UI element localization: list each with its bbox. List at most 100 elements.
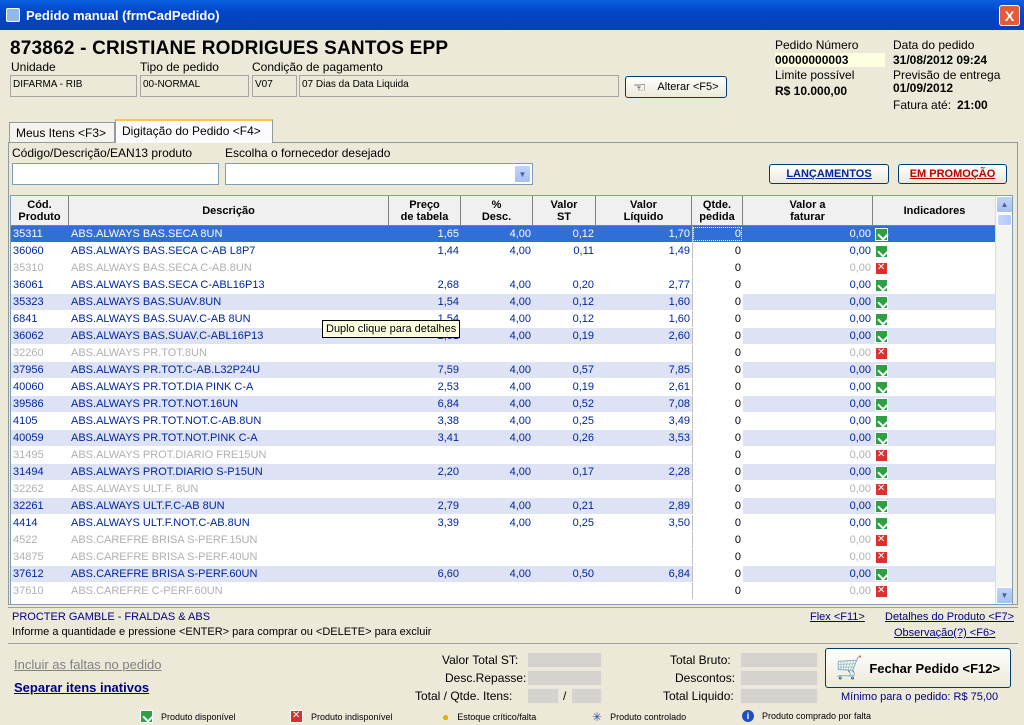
- table-cell: 4,00: [509, 364, 531, 376]
- hand-pointer-icon: ☜: [633, 79, 646, 95]
- qtde-input[interactable]: 0: [692, 481, 743, 497]
- qtde-input[interactable]: 0: [692, 515, 743, 531]
- fornecedor-label: Escolha o fornecedor desejado: [225, 146, 391, 160]
- table-row[interactable]: 35310 ABS.ALWAYS BAS.SECA C-AB.8UN 0 0,00: [11, 260, 996, 277]
- qtde-input[interactable]: 0: [692, 379, 743, 395]
- promocao-button[interactable]: EM PROMOÇÃO: [898, 164, 1007, 184]
- detalhes-link[interactable]: Detalhes do Produto <F7>: [885, 611, 1014, 623]
- tab-digitacao[interactable]: Digitação do Pedido <F4>: [115, 119, 273, 143]
- table-row[interactable]: 32261 ABS.ALWAYS ULT.F.C-AB 8UN 2,79 4,00 0,…: [11, 498, 996, 515]
- table-row[interactable]: 34875 ABS.CAREFRE BRISA S-PERF.40UN 0 0,00: [11, 549, 996, 566]
- table-row[interactable]: 37612 ABS.CAREFRE BRISA S-PERF.60UN 6,60 4,…: [11, 566, 996, 583]
- table-row[interactable]: 37956 ABS.ALWAYS PR.TOT.C-AB.L32P24U 7,59 4…: [11, 362, 996, 379]
- table-cell: 4,00: [509, 245, 531, 257]
- qtde-input[interactable]: 0: [692, 396, 743, 412]
- scroll-thumb[interactable]: [997, 214, 1012, 226]
- produto-search-input[interactable]: [12, 163, 219, 185]
- fornecedor-select[interactable]: ▼: [225, 163, 533, 185]
- table-row[interactable]: 35311 ABS.ALWAYS BAS.SECA 8UN 1,65 4,00 0,12…: [11, 226, 996, 243]
- table-row[interactable]: 36060 ABS.ALWAYS BAS.SECA C-AB L8P7 1,44 4,…: [11, 243, 996, 260]
- qtde-input[interactable]: 0: [692, 430, 743, 446]
- qtde-input[interactable]: 0: [692, 243, 743, 259]
- legend-falta: i Produto comprado por falta: [742, 710, 871, 722]
- col-st[interactable]: Valor ST: [533, 196, 596, 225]
- table-row[interactable]: 31495 ABS.ALWAYS PROT.DIARIO FRE15UN 0 0,00: [11, 447, 996, 464]
- qtde-input[interactable]: 0: [692, 362, 743, 378]
- table-cell: [389, 345, 461, 361]
- qtde-input[interactable]: 0: [692, 311, 743, 327]
- qtde-input[interactable]: 0: [692, 549, 743, 565]
- table-cell: ABS.ALWAYS PR.TOT.NOT.16UN: [71, 398, 239, 410]
- table-cell: 37956: [13, 364, 44, 376]
- flex-link[interactable]: Flex <F11>: [810, 611, 865, 623]
- qtde-input[interactable]: 0: [692, 464, 743, 480]
- qtde-input[interactable]: 0: [692, 498, 743, 514]
- table-row[interactable]: 4414 ABS.ALWAYS ULT.F.NOT.C-AB.8UN 3,39 4,0…: [11, 515, 996, 532]
- qtde-input[interactable]: 0: [692, 260, 743, 276]
- available-icon: [875, 228, 888, 241]
- col-cod[interactable]: Cód. Produto: [11, 196, 69, 225]
- table-row[interactable]: 32260 ABS.ALWAYS PR.TOT.8UN 0 0,00: [11, 345, 996, 362]
- available-icon: [875, 432, 888, 445]
- indicator-cell: [896, 362, 996, 378]
- table-row[interactable]: 40059 ABS.ALWAYS PR.TOT.NOT.PINK C-A 3,41 4…: [11, 430, 996, 447]
- table-cell: [461, 260, 533, 276]
- table-row[interactable]: 35323 ABS.ALWAYS BAS.SUAV.8UN 1,54 4,00 0,12…: [11, 294, 996, 311]
- tab-meus-itens[interactable]: Meus Itens <F3>: [9, 122, 115, 142]
- fechar-pedido-button[interactable]: 🛒 Fechar Pedido <F12>: [825, 648, 1011, 688]
- table-cell: 2,77: [668, 279, 690, 291]
- table-cell: ABS.ALWAYS PR.TOT.C-AB.L32P24U: [71, 364, 261, 376]
- qtde-input[interactable]: 0: [692, 277, 743, 293]
- qtde-input[interactable]: 0: [692, 583, 743, 599]
- table-cell: 40059: [13, 432, 44, 444]
- table-row[interactable]: 36062ABS.ALWAYS BAS.SUAV.C-ABL16P132,514…: [11, 328, 996, 345]
- table-row[interactable]: 4105 ABS.ALWAYS PR.TOT.NOT.C-AB.8UN 3,38 4,…: [11, 413, 996, 430]
- table-cell: 0,20: [572, 279, 594, 291]
- qtde-input[interactable]: 0: [692, 328, 743, 344]
- qtde-input[interactable]: 0: [692, 226, 743, 242]
- col-descricao[interactable]: Descrição: [69, 196, 389, 225]
- table-cell: 4,00: [509, 568, 531, 580]
- table-cell: 0,00: [849, 568, 871, 580]
- scroll-down-icon[interactable]: ▼: [996, 587, 1012, 604]
- col-liquido[interactable]: Valor Líquido: [596, 196, 692, 225]
- table-row[interactable]: 37610 ABS.CAREFRE C-PERF.60UN 0 0,00: [11, 583, 996, 600]
- alterar-button[interactable]: ☜ Alterar <F5>: [625, 76, 727, 98]
- indicator-cell: [896, 345, 996, 361]
- qtde-input[interactable]: 0: [692, 294, 743, 310]
- col-indicadores[interactable]: Indicadores: [873, 196, 996, 225]
- vertical-scrollbar[interactable]: ▲ ▼: [995, 196, 1012, 604]
- scroll-up-icon[interactable]: ▲: [996, 196, 1012, 213]
- table-row[interactable]: 40060 ABS.ALWAYS PR.TOT.DIA PINK C-A 2,53 4…: [11, 379, 996, 396]
- table-row[interactable]: 39586 ABS.ALWAYS PR.TOT.NOT.16UN 6,84 4,00 0…: [11, 396, 996, 413]
- table-row[interactable]: 6841 ABS.ALWAYS BAS.SUAV.C-AB 8UN 1,54 4,00…: [11, 311, 996, 328]
- qtde-input[interactable]: 0: [692, 345, 743, 361]
- table-row[interactable]: 4522 ABS.CAREFRE BRISA S-PERF.15UN 0 0,00: [11, 532, 996, 549]
- table-cell: 6841: [13, 313, 38, 325]
- col-desc[interactable]: % Desc.: [461, 196, 533, 225]
- qtde-input[interactable]: 0: [692, 532, 743, 548]
- col-qtde[interactable]: Qtde. pedida: [692, 196, 743, 225]
- qtde-input[interactable]: 0: [692, 447, 743, 463]
- check-icon: [140, 710, 153, 723]
- lancamentos-button[interactable]: LANÇAMENTOS: [769, 164, 889, 184]
- separar-link[interactable]: Separar itens inativos: [14, 680, 149, 695]
- close-button[interactable]: X: [999, 5, 1020, 26]
- observacao-link[interactable]: Observação(?) <F6>: [894, 627, 996, 639]
- qtde-input[interactable]: 0: [692, 566, 743, 582]
- table-cell: ABS.ALWAYS ULT.F. 8UN: [71, 483, 199, 495]
- qtde-input[interactable]: 0: [692, 413, 743, 429]
- col-faturar[interactable]: Valor a faturar: [743, 196, 873, 225]
- table-row[interactable]: 36061 ABS.ALWAYS BAS.SECA C-ABL16P13 2,68 4…: [11, 277, 996, 294]
- legend-disponivel: Produto disponível: [140, 710, 236, 723]
- tipo-field: 00-NORMAL: [140, 75, 249, 97]
- available-icon: [875, 517, 888, 530]
- incluir-faltas-link[interactable]: Incluir as faltas no pedido: [14, 657, 161, 672]
- table-cell: ABS.ALWAYS ULT.F.NOT.C-AB.8UN: [71, 517, 250, 529]
- table-row[interactable]: 32262 ABS.ALWAYS ULT.F. 8UN 0 0,00: [11, 481, 996, 498]
- table-cell: 6,84: [437, 398, 459, 410]
- table-row[interactable]: 31494 ABS.ALWAYS PROT.DIARIO S-P15UN 2,20 4…: [11, 464, 996, 481]
- col-preco[interactable]: Preço de tabela: [389, 196, 461, 225]
- chevron-down-icon[interactable]: ▼: [514, 165, 531, 183]
- table-cell: ABS.ALWAYS ULT.F.C-AB 8UN: [71, 500, 225, 512]
